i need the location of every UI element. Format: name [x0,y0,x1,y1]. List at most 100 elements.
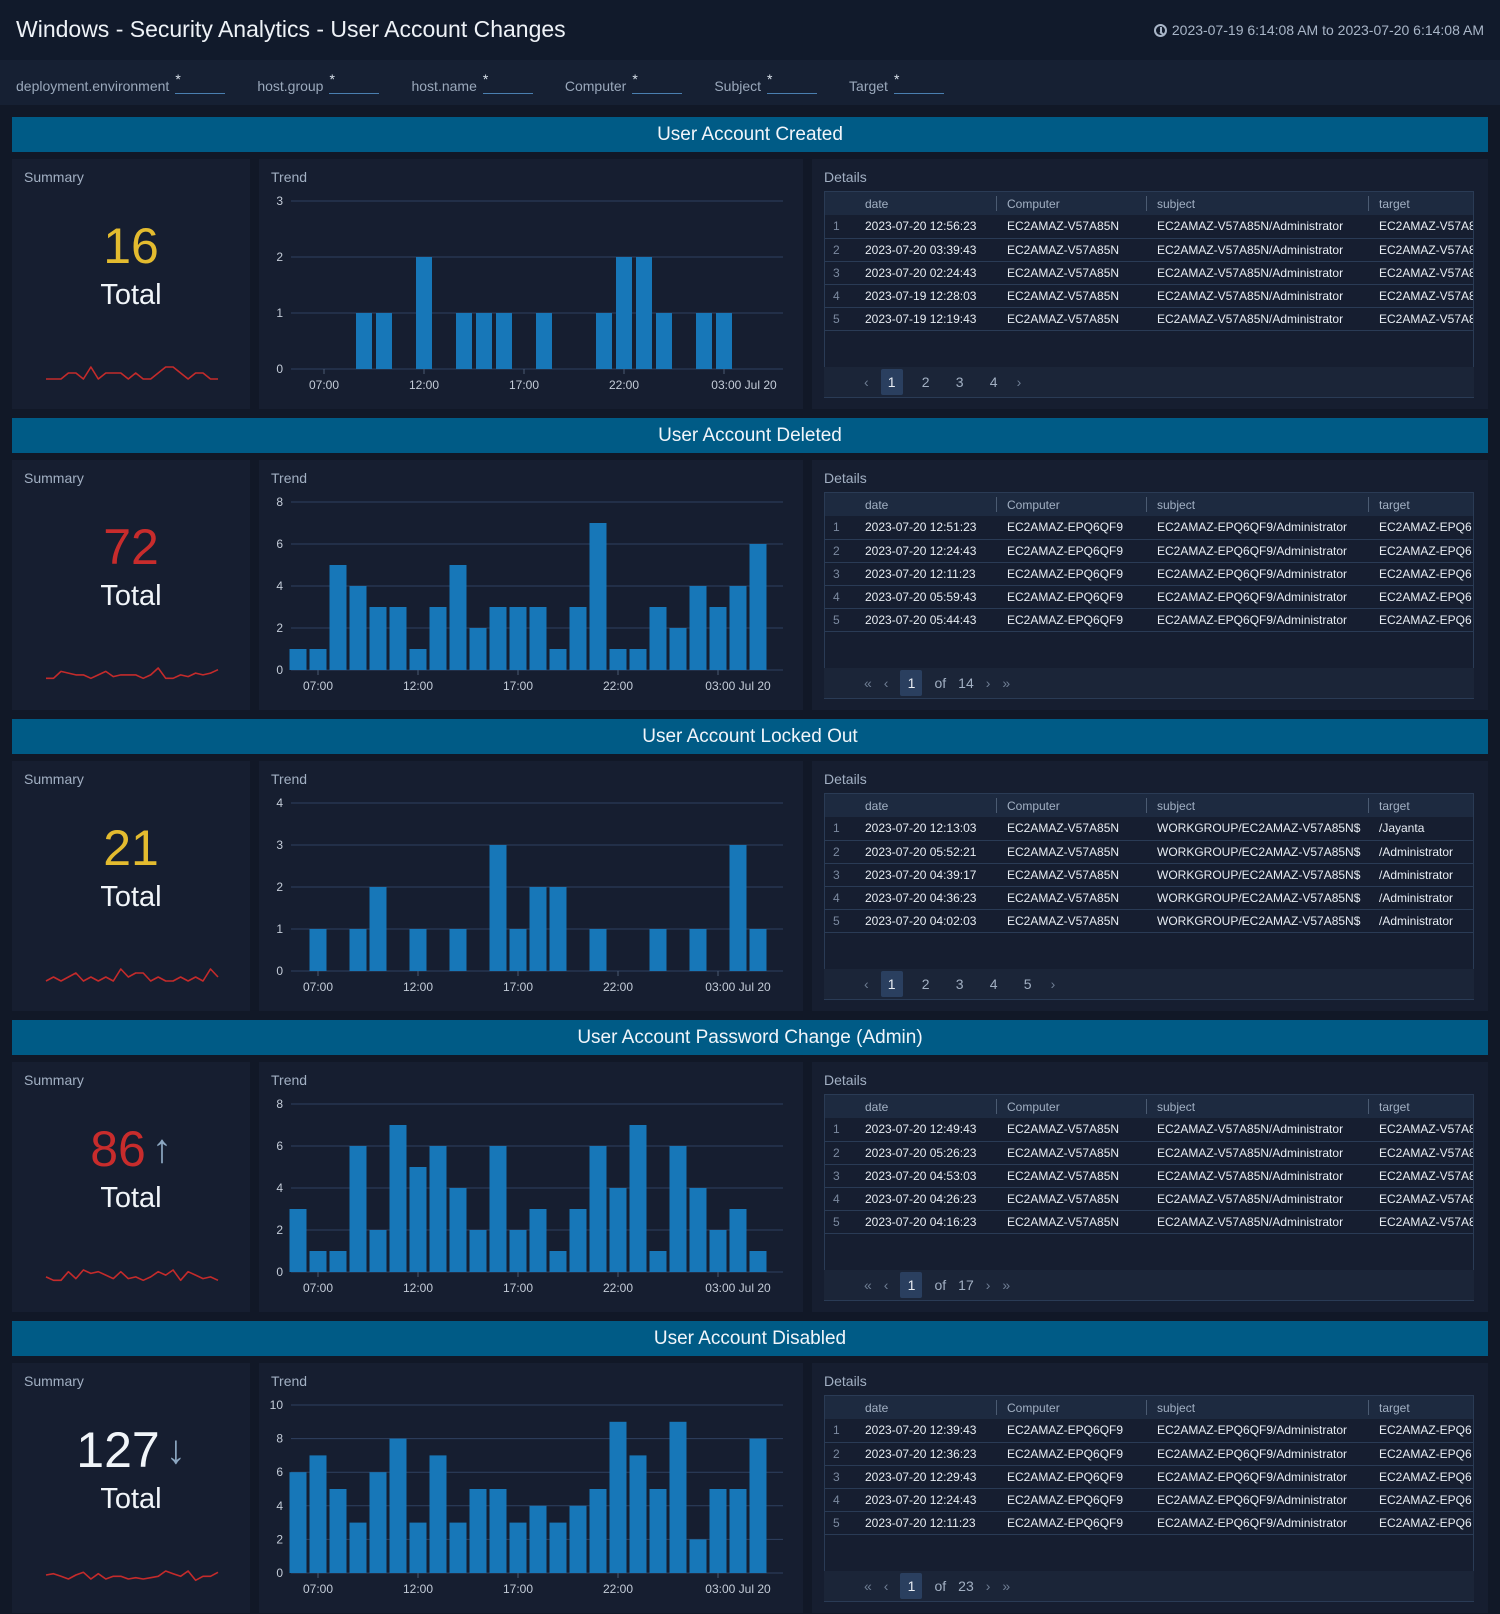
filter-subject[interactable]: Subject * [714,71,818,94]
table-row[interactable]: 3 2023-07-20 02:24:43 EC2AMAZ-V57A85N EC2AM… [825,261,1473,285]
column-header-subject[interactable]: subject [1147,493,1369,516]
bar[interactable] [649,929,667,971]
next-page-button[interactable]: › [986,1578,991,1594]
column-header-computer[interactable]: Computer [997,1396,1147,1419]
bar[interactable] [309,1251,327,1272]
bar[interactable] [309,1455,327,1573]
page-button[interactable]: 4 [983,374,1005,390]
bar[interactable] [529,1505,547,1573]
bar[interactable] [529,887,547,971]
bar[interactable] [589,523,607,670]
page-button[interactable]: 3 [949,976,971,992]
bar[interactable] [549,649,567,670]
current-page-input[interactable]: 1 [900,1573,923,1599]
bar[interactable] [669,628,687,670]
bar[interactable] [716,313,732,369]
filter-host-group[interactable]: host.group * [257,71,380,94]
filter-input[interactable]: * [329,71,380,94]
column-header-subject[interactable]: subject [1147,794,1369,817]
bar[interactable] [416,257,432,369]
bar[interactable] [449,1522,467,1573]
prev-page-button[interactable]: ‹ [864,374,869,390]
bar[interactable] [389,1125,407,1272]
bar[interactable] [749,1438,767,1573]
table-row[interactable]: 5 2023-07-20 05:44:43 EC2AMAZ-EPQ6QF9 EC2AM… [825,608,1473,632]
bar[interactable] [309,929,327,971]
column-header-target[interactable]: target [1369,1095,1473,1118]
page-button[interactable]: 3 [949,374,971,390]
bar[interactable] [469,1230,487,1272]
bar[interactable] [409,649,427,670]
page-button[interactable]: 2 [915,976,937,992]
table-row[interactable]: 5 2023-07-19 12:19:43 EC2AMAZ-V57A85N EC2AM… [825,307,1473,331]
bar[interactable] [356,313,372,369]
last-page-button[interactable]: » [1002,1277,1010,1293]
bar[interactable] [489,1146,507,1272]
bar[interactable] [569,607,587,670]
next-page-button[interactable]: › [986,1277,991,1293]
next-page-button[interactable]: › [986,675,991,691]
bar[interactable] [536,313,552,369]
page-button[interactable]: 2 [915,374,937,390]
bar[interactable] [429,1455,447,1573]
first-page-button[interactable]: « [864,1578,872,1594]
table-row[interactable]: 2 2023-07-20 03:39:43 EC2AMAZ-V57A85N EC2AM… [825,238,1473,262]
bar[interactable] [689,1539,707,1573]
table-row[interactable]: 3 2023-07-20 12:11:23 EC2AMAZ-EPQ6QF9 EC2AM… [825,562,1473,586]
table-row[interactable]: 2 2023-07-20 05:26:23 EC2AMAZ-V57A85N EC2AM… [825,1141,1473,1165]
prev-page-button[interactable]: ‹ [884,1578,889,1594]
table-row[interactable]: 4 2023-07-20 12:24:43 EC2AMAZ-EPQ6QF9 EC2AM… [825,1488,1473,1512]
table-row[interactable]: 1 2023-07-20 12:56:23 EC2AMAZ-V57A85N EC2AM… [825,215,1473,239]
bar[interactable] [589,929,607,971]
page-button[interactable]: 5 [1017,976,1039,992]
bar[interactable] [689,1188,707,1272]
column-header-target[interactable]: target [1369,794,1473,817]
prev-page-button[interactable]: ‹ [884,675,889,691]
filter-input[interactable]: * [632,71,683,94]
bar[interactable] [649,607,667,670]
bar[interactable] [669,1421,687,1573]
bar[interactable] [389,1438,407,1573]
bar[interactable] [329,1489,347,1573]
page-button[interactable]: 4 [983,976,1005,992]
column-header-subject[interactable]: subject [1147,1396,1369,1419]
bar[interactable] [449,929,467,971]
bar[interactable] [349,929,367,971]
table-row[interactable]: 1 2023-07-20 12:39:43 EC2AMAZ-EPQ6QF9 EC2AM… [825,1419,1473,1443]
column-header-date[interactable]: date [855,1396,997,1419]
bar[interactable] [609,1188,627,1272]
table-row[interactable]: 4 2023-07-19 12:28:03 EC2AMAZ-V57A85N EC2AM… [825,284,1473,308]
bar[interactable] [689,929,707,971]
column-header-computer[interactable]: Computer [997,493,1147,516]
bar[interactable] [689,586,707,670]
bar[interactable] [596,313,612,369]
bar[interactable] [589,1146,607,1272]
bar[interactable] [329,1251,347,1272]
bar[interactable] [749,544,767,670]
table-row[interactable]: 5 2023-07-20 12:11:23 EC2AMAZ-EPQ6QF9 EC2AM… [825,1511,1473,1535]
table-row[interactable]: 4 2023-07-20 05:59:43 EC2AMAZ-EPQ6QF9 EC2AM… [825,585,1473,609]
current-page-input[interactable]: 1 [900,670,923,696]
bar[interactable] [369,1472,387,1573]
prev-page-button[interactable]: ‹ [884,1277,889,1293]
column-header-subject[interactable]: subject [1147,192,1369,215]
bar[interactable] [729,845,747,971]
column-header-computer[interactable]: Computer [997,192,1147,215]
page-button[interactable]: 1 [880,369,903,395]
bar[interactable] [476,313,492,369]
bar[interactable] [529,1209,547,1272]
time-range-picker[interactable]: 2023-07-19 6:14:08 AM to 2023-07-20 6:14… [1153,22,1484,38]
page-button[interactable]: 1 [880,971,903,997]
filter-target[interactable]: Target * [849,71,944,94]
column-header-target[interactable]: target [1369,493,1473,516]
next-page-button[interactable]: › [1051,976,1056,992]
bar[interactable] [549,1522,567,1573]
filter-host-name[interactable]: host.name * [411,71,533,94]
bar[interactable] [409,929,427,971]
table-row[interactable]: 5 2023-07-20 04:16:23 EC2AMAZ-V57A85N EC2AM… [825,1210,1473,1234]
table-row[interactable]: 3 2023-07-20 12:29:43 EC2AMAZ-EPQ6QF9 EC2AM… [825,1465,1473,1489]
bar[interactable] [489,1489,507,1573]
bar[interactable] [469,628,487,670]
column-header-computer[interactable]: Computer [997,1095,1147,1118]
filter-input[interactable]: * [482,71,533,94]
